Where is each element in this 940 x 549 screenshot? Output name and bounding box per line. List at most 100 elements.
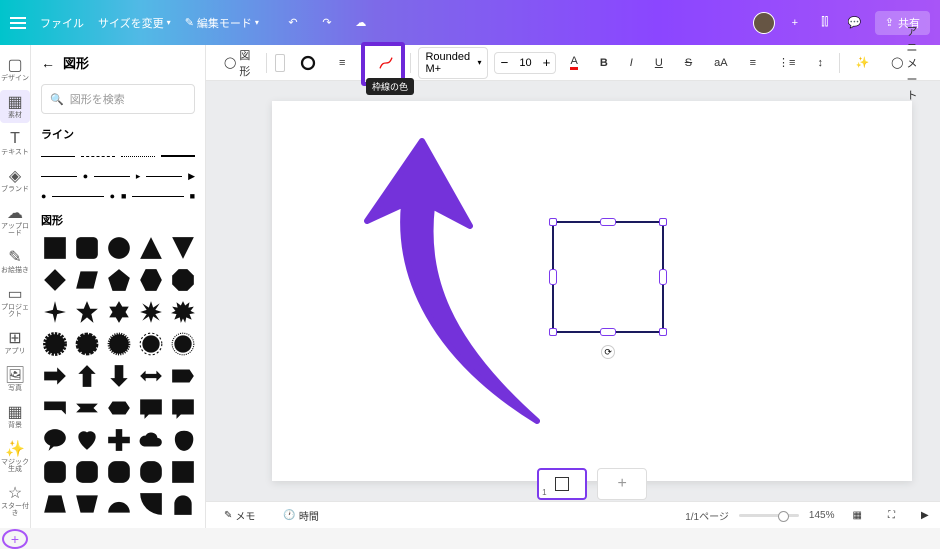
shape-plus[interactable] — [105, 426, 133, 454]
back-icon[interactable]: ← — [41, 55, 55, 71]
zoom-slider[interactable] — [739, 514, 799, 517]
rail-bg[interactable]: ▦背景 — [0, 400, 30, 433]
border-color-button[interactable] — [291, 50, 325, 76]
rail-design[interactable]: ▢デザイン — [0, 53, 30, 86]
shape-8star[interactable] — [137, 298, 165, 326]
resize-handle-e[interactable] — [659, 269, 667, 285]
shape-burst2[interactable] — [73, 330, 101, 358]
shape-6star[interactable] — [105, 298, 133, 326]
line-arrow-row[interactable]: ● ▸ ▶ — [41, 168, 195, 184]
spacing-button[interactable]: ↕ — [809, 53, 831, 73]
font-select[interactable]: Rounded M+▾ — [418, 47, 488, 79]
shape-arrow-pentagon[interactable] — [169, 362, 197, 390]
shape-speech-oval[interactable] — [41, 426, 69, 454]
duration-button[interactable]: 🕐時間 — [275, 504, 326, 527]
border-style-button[interactable]: ≡ — [331, 53, 353, 73]
shape-spiky[interactable] — [169, 298, 197, 326]
list-button[interactable]: ⋮≡ — [770, 52, 803, 73]
rail-apps[interactable]: ⊞アプリ — [0, 326, 30, 359]
effects-button[interactable]: ✨ — [847, 52, 877, 73]
resize-handle-se[interactable] — [659, 328, 667, 336]
shape-square2[interactable] — [169, 458, 197, 486]
rail-project[interactable]: ▭プロジェクト — [0, 282, 30, 322]
shape-4star[interactable] — [41, 298, 69, 326]
shape-arrow-biarrow[interactable] — [137, 362, 165, 390]
resize-handle-w[interactable] — [549, 269, 557, 285]
shape-dropdown[interactable]: ◯図形 — [216, 43, 258, 83]
rail-elements[interactable]: ▦素材 — [0, 90, 30, 123]
shape-rsquare5[interactable] — [137, 458, 165, 486]
shape-rsquare4[interactable] — [105, 458, 133, 486]
shape-ribbon[interactable] — [73, 394, 101, 422]
undo-icon[interactable]: ↶ — [283, 13, 303, 33]
shape-arrow-down[interactable] — [105, 362, 133, 390]
bold-button[interactable]: B — [592, 53, 616, 73]
underline-button[interactable]: U — [647, 53, 671, 73]
shape-triangle[interactable] — [137, 234, 165, 262]
resize-handle-n[interactable] — [600, 218, 616, 226]
font-size-control[interactable]: − 10 + — [494, 52, 556, 74]
strikethrough-button[interactable]: S — [677, 53, 700, 73]
resize-handle-ne[interactable] — [659, 218, 667, 226]
rail-magic[interactable]: ✨マジック生成 — [0, 437, 30, 477]
resize-handle-nw[interactable] — [549, 218, 557, 226]
redo-icon[interactable]: ↷ — [317, 13, 337, 33]
shape-quartercircle[interactable] — [137, 490, 165, 518]
shape-banner[interactable] — [41, 394, 69, 422]
rail-add-button[interactable]: + — [2, 529, 28, 549]
shape-circle[interactable] — [105, 234, 133, 262]
rail-photo[interactable]: 🖼写真 — [0, 363, 30, 396]
avatar[interactable] — [753, 12, 775, 34]
plus-icon[interactable]: + — [785, 13, 805, 33]
page-thumb-1[interactable]: 1 — [537, 468, 587, 500]
rail-starred[interactable]: ☆スター付き — [0, 481, 30, 521]
grid-view-icon[interactable]: ▦ — [845, 506, 870, 525]
fill-color-button[interactable] — [275, 54, 285, 72]
shape-trap2[interactable] — [73, 490, 101, 518]
size-increase[interactable]: + — [537, 53, 555, 73]
line-connector-row[interactable]: ●● ■■ — [41, 188, 195, 204]
menu-icon[interactable] — [10, 17, 26, 29]
search-input[interactable]: 🔍 図形を検索 — [41, 84, 195, 114]
shape-arrow-up[interactable] — [73, 362, 101, 390]
shape-burst1[interactable] — [41, 330, 69, 358]
present-icon[interactable]: ▶ — [913, 506, 937, 525]
rail-text[interactable]: Tテキスト — [0, 127, 30, 160]
shape-rsquare3[interactable] — [73, 458, 101, 486]
resize-handle-s[interactable] — [600, 328, 616, 336]
shape-rsquare2[interactable] — [41, 458, 69, 486]
shape-triangle-down[interactable] — [169, 234, 197, 262]
notes-button[interactable]: ✎メモ — [216, 504, 263, 527]
resize-menu[interactable]: サイズを変更▾ — [98, 15, 171, 31]
rotate-handle[interactable]: ⟳ — [601, 345, 615, 359]
shape-speech-round[interactable] — [169, 394, 197, 422]
shape-burst5[interactable] — [169, 330, 197, 358]
line-style-row[interactable] — [41, 148, 195, 164]
canvas-page[interactable]: ⟳ — [272, 101, 912, 481]
shape-rounded-square[interactable] — [73, 234, 101, 262]
fullscreen-icon[interactable]: ⛶ — [880, 506, 903, 525]
shape-speech-square[interactable] — [137, 394, 165, 422]
line-curve-button[interactable] — [370, 51, 402, 75]
analytics-icon[interactable]: ⫿⫿ — [815, 13, 835, 33]
resize-handle-sw[interactable] — [549, 328, 557, 336]
shape-arrow-right[interactable] — [41, 362, 69, 390]
shape-diamond[interactable] — [41, 266, 69, 294]
shape-octagon[interactable] — [169, 266, 197, 294]
shape-parallelogram[interactable] — [73, 266, 101, 294]
add-page-button[interactable]: + — [597, 468, 647, 500]
shape-blob[interactable] — [169, 426, 197, 454]
shape-square[interactable] — [41, 234, 69, 262]
edit-mode-menu[interactable]: ✎編集モード▾ — [185, 15, 259, 31]
shape-arch[interactable] — [169, 490, 197, 518]
shape-heart[interactable] — [73, 426, 101, 454]
text-color-button[interactable]: A — [562, 51, 585, 74]
rail-upload[interactable]: ☁アップロード — [0, 201, 30, 241]
selected-shape[interactable]: ⟳ — [552, 221, 664, 333]
case-button[interactable]: aA — [706, 53, 735, 73]
shape-trap1[interactable] — [41, 490, 69, 518]
shape-hexagon[interactable] — [137, 266, 165, 294]
file-menu[interactable]: ファイル — [40, 15, 84, 31]
shape-5star[interactable] — [73, 298, 101, 326]
shape-burst4[interactable] — [137, 330, 165, 358]
